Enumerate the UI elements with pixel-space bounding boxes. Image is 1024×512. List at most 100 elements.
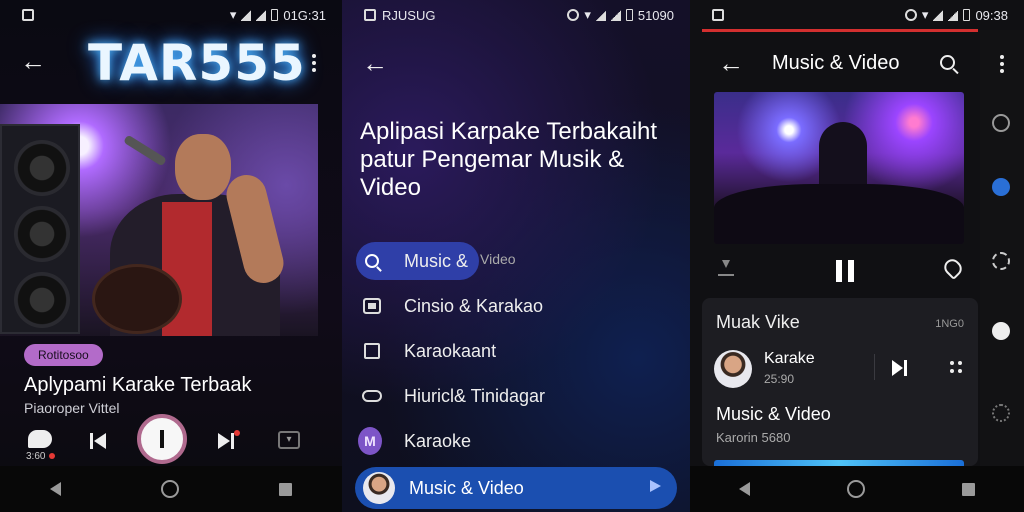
menu-item-label: Karaokaant [404,340,497,361]
battery-icon [963,9,971,21]
battery-icon [271,9,279,21]
system-nav-bar [342,466,690,512]
box-icon [363,298,381,314]
wifi-icon: ▾ [584,7,591,22]
alarm-icon [904,9,917,21]
side-rail [980,30,1024,466]
sparkle-icon[interactable] [992,404,1010,422]
menu-item-tail: Video [480,251,516,267]
signal-icon-2 [256,9,267,21]
back-arrow-icon[interactable]: ← [20,48,46,74]
notification-icon [364,9,376,21]
karaoke-app-icon: M [358,427,382,455]
chat-icon[interactable] [992,114,1010,132]
record-dot-icon [49,453,55,459]
nav-back-icon[interactable] [50,482,61,496]
next-track-icon[interactable] [892,360,908,376]
screen-menu: RJUSUG ▾ 51090 ← Aplipasi Karpake Terbak… [342,0,690,512]
signal-icon [595,9,606,21]
nav-home-icon[interactable] [161,480,179,498]
guitar-graphic [92,264,182,334]
system-nav-bar [690,466,1024,512]
genre-badge: Rotitosoo [24,344,103,366]
status-time: 01G:31 [283,7,326,23]
screen-player: ▾ 01G:31 ← TAR555 Rotitosoo Aplypami Kar… [0,0,342,512]
nav-back-icon[interactable] [738,482,750,496]
microphone-graphic [123,134,167,167]
back-arrow-icon[interactable]: ← [362,50,388,76]
track-time: 25:90 [764,372,795,386]
notification-icon [22,9,34,21]
queue-card: Muak Vike 1NG0 Karake 25:90 Music & Vide… [702,298,978,466]
search-icon[interactable] [940,55,955,70]
battery-icon [625,9,633,21]
menu-item-label: Cinsio & Karakao [404,295,544,316]
track-title: Aplypami Karake Terbaak [24,374,252,396]
nav-recents-icon[interactable] [962,482,976,496]
heading-line: patur Pengemar Musik & [360,146,625,173]
heart-icon[interactable] [940,255,966,281]
album-artwork [0,104,318,336]
pause-button[interactable] [836,260,854,282]
status-bar: ▾ 09:38 [690,0,1024,30]
gear-icon[interactable] [992,252,1010,270]
more-options-icon[interactable] [1000,55,1004,73]
notification-icon [712,9,724,21]
cloud-icon [362,390,382,402]
track-artist: Piaoroper Vittel [24,400,120,416]
signal-icon-2 [610,9,621,21]
card-meta: 1NG0 [935,318,964,330]
divider [874,354,875,380]
heading-line: Video [360,174,421,201]
speaker-graphic [0,124,80,334]
chat-count: 3:60 [26,451,46,462]
card-subtitle: Karorin 5680 [716,430,791,445]
signal-icon [933,9,944,21]
screen-video: ▾ 09:38 ← Music & Video Muak Vike 1NG0 K… [690,0,1024,512]
status-carrier: RJUSUG [382,7,436,23]
chat-icon[interactable] [28,430,52,448]
status-time: 51090 [637,7,674,23]
menu-item-cinsio[interactable]: Cinsio & Karakao [362,289,543,323]
app-logo: TAR555 [88,34,306,92]
menu-item-label: Karaoke [404,430,472,451]
previous-track-icon[interactable] [90,432,108,450]
video-player[interactable] [714,92,964,244]
heart-badge-icon[interactable] [992,322,1010,340]
drop-icon[interactable] [992,178,1010,196]
menu-item-hiuricl[interactable]: Hiuricl& Tinidagar [362,379,545,413]
menu-item-karaokaant[interactable]: Karaokaant [362,334,496,368]
download-icon[interactable] [718,258,734,276]
status-time: 09:38 [975,7,1008,23]
wifi-icon: ▾ [921,7,929,22]
expand-icon[interactable]: ▾ [278,431,300,449]
status-bar: ▾ 01G:31 [0,0,342,30]
signal-icon [241,9,252,21]
status-bar: RJUSUG ▾ 51090 [342,0,690,30]
signal-icon-2 [948,9,959,21]
card-heading: Muak Vike [716,312,800,332]
track-name: Karake [764,350,815,367]
wifi-icon: ▾ [229,7,237,22]
menu-item-label: Hiuricl& Tinidagar [404,385,546,406]
page-heading: Aplipasi Karpake Terbakaiht patur Pengem… [360,118,680,202]
back-arrow-icon[interactable]: ← [718,50,744,76]
play-button[interactable] [137,414,187,464]
avatar [714,350,752,388]
play-pause-icon [160,430,164,448]
menu-item-karaoke[interactable]: M Karaoke [358,424,472,458]
page-title: Music & Video [772,52,900,74]
progress-line [702,29,978,32]
card-title: Music & Video [716,404,831,424]
crowd-silhouette [714,184,964,244]
alarm-icon [567,9,580,21]
search-icon [365,254,379,268]
nav-home-icon[interactable] [846,480,865,498]
more-options-icon[interactable] [312,54,316,72]
menu-item-music[interactable]: Music & [362,244,468,278]
next-track-icon[interactable] [218,430,240,450]
drag-handle-icon[interactable] [950,361,962,373]
system-nav-bar [0,466,342,512]
nav-recents-icon[interactable] [279,482,292,496]
menu-item-label: Music & [404,250,469,271]
